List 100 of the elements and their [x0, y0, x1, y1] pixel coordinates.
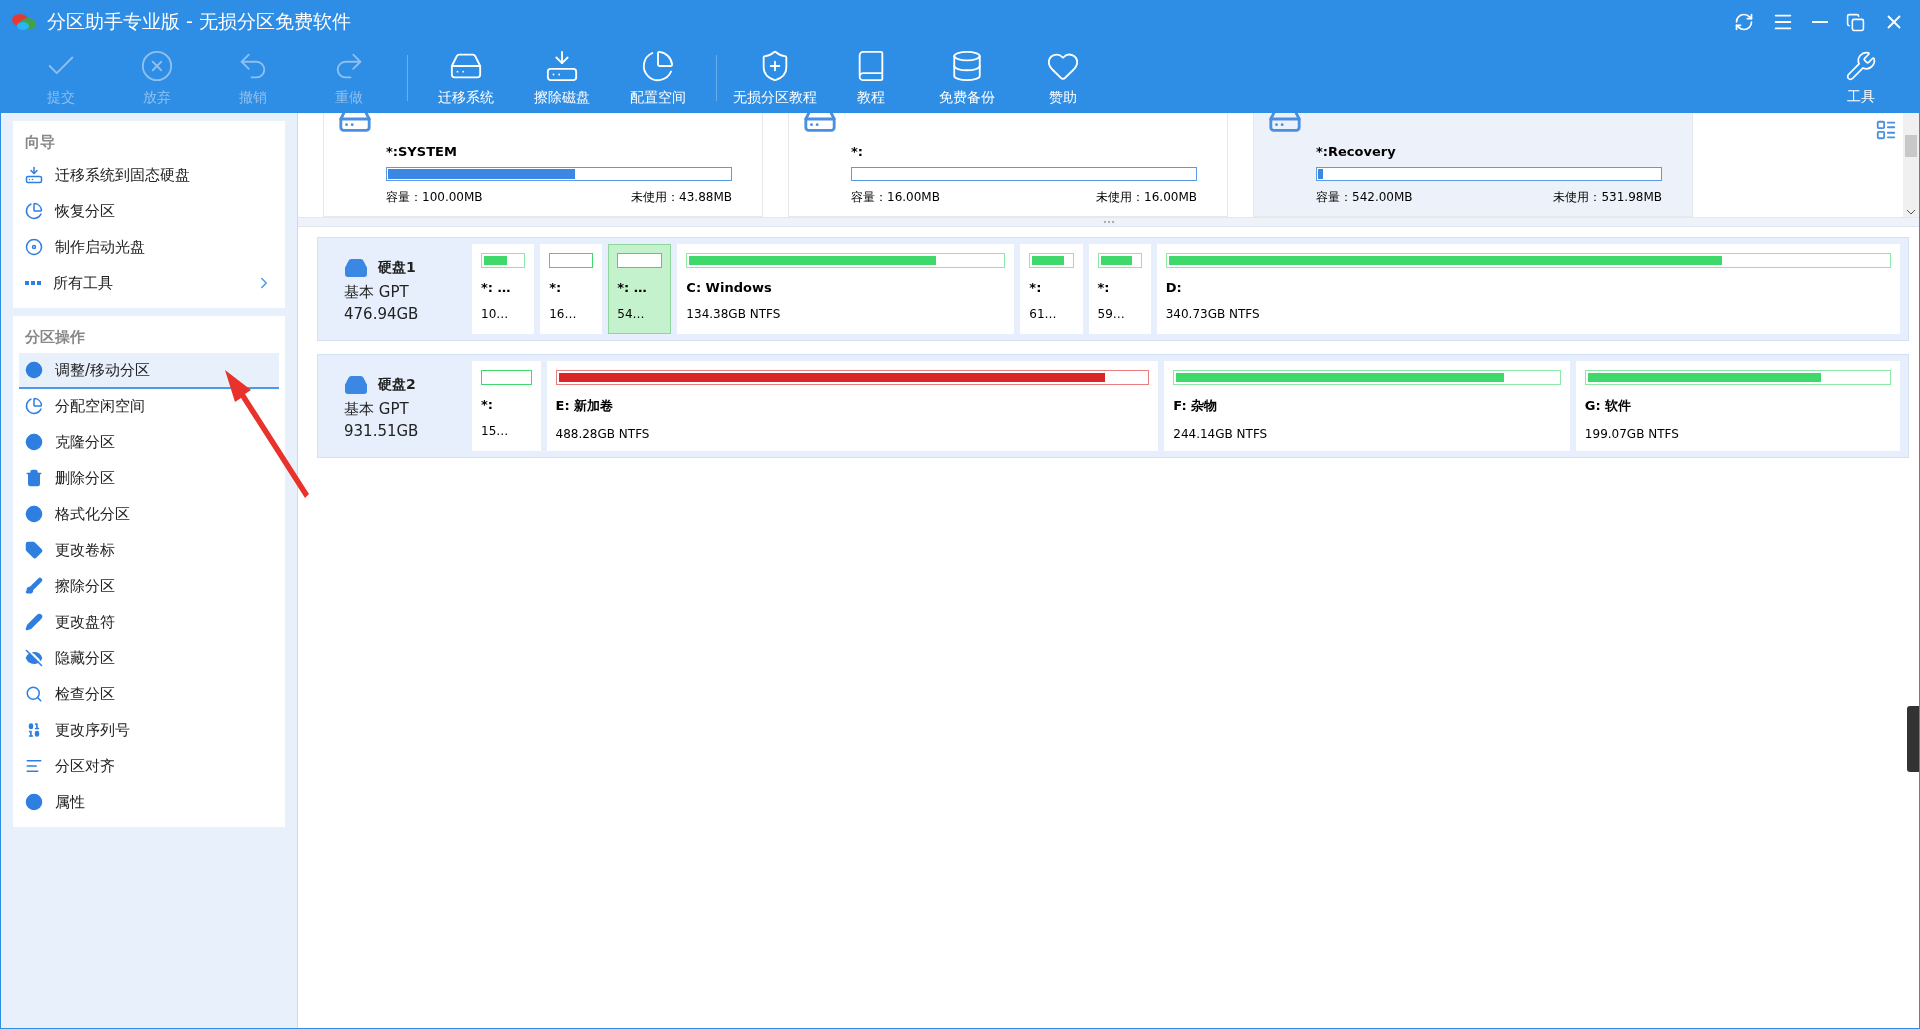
- align-icon: [25, 757, 43, 775]
- item-label: 更改序列号: [55, 720, 131, 740]
- drive-erase-icon: [545, 49, 579, 83]
- sidebar-item[interactable]: 删除分区: [19, 461, 279, 497]
- item-label: 隐藏分区: [55, 648, 116, 668]
- window-title: 分区助手专业版 - 无损分区免费软件: [47, 9, 352, 34]
- sidebar-item[interactable]: 分区对齐: [19, 749, 279, 785]
- search-icon: [25, 685, 43, 703]
- scroll-down-icon[interactable]: [1906, 209, 1916, 215]
- partition-name: *:Recovery: [1316, 144, 1397, 159]
- disk-size: 931.51GB: [344, 421, 420, 440]
- partition-card[interactable]: *:Recovery 容量：542.00MB 未使用：531.98MB: [1253, 113, 1693, 217]
- partition-label: E: 新加卷: [555, 397, 615, 415]
- eye-off-icon: [25, 649, 43, 667]
- item-label: 调整/移动分区: [55, 360, 152, 380]
- unused-text: 未使用：531.98MB: [1553, 189, 1662, 206]
- item-label: 格式化分区: [55, 504, 131, 524]
- partition-block[interactable]: *: 61…: [1020, 244, 1083, 334]
- partition-card[interactable]: *:SYSTEM 容量：100.00MB 未使用：43.88MB: [323, 113, 763, 217]
- sidebar-item[interactable]: 更改序列号: [19, 713, 279, 749]
- item-label: 分区对齐: [55, 756, 116, 776]
- pie-chart-icon: [25, 202, 43, 220]
- sidebar-item[interactable]: 格式化分区: [19, 497, 279, 533]
- more-icon: [25, 281, 41, 285]
- trash-icon: [25, 469, 43, 487]
- partition-block[interactable]: E: 新加卷 488.28GB NTFS: [546, 361, 1159, 451]
- partition-info: 134.38GB NTFS: [686, 307, 782, 321]
- disk-name: 硬盘1: [378, 258, 416, 277]
- side-handle[interactable]: [1907, 706, 1919, 772]
- capacity-text: 容量：542.00MB: [1316, 189, 1413, 206]
- sidebar-item[interactable]: 制作启动光盘: [19, 230, 279, 266]
- drive-icon: [25, 166, 43, 184]
- partition-info: 16…: [549, 307, 578, 321]
- item-label: 分配空闲空间: [55, 396, 146, 416]
- capacity-text: 容量：16.00MB: [851, 189, 940, 206]
- partition-label: C: Windows: [686, 280, 773, 295]
- disk-type: 基本 GPT: [344, 399, 410, 419]
- partition-label: F: 杂物: [1173, 397, 1219, 415]
- sidebar-item[interactable]: 检查分区: [19, 677, 279, 713]
- item-label: 所有工具: [53, 273, 114, 293]
- sidebar-item[interactable]: 所有工具: [19, 266, 279, 302]
- refresh-icon: [1734, 12, 1754, 32]
- disc-icon: [25, 238, 43, 256]
- sidebar-item[interactable]: 属性: [19, 785, 279, 821]
- partition-info: 61…: [1029, 307, 1058, 321]
- item-label: 属性: [55, 792, 86, 812]
- view-toggle-icon[interactable]: [1875, 119, 1897, 141]
- app-logo-icon: [11, 11, 37, 33]
- disk-type: 基本 GPT: [344, 282, 410, 302]
- partition-info: 488.28GB NTFS: [555, 427, 651, 441]
- partition-block[interactable]: C: Windows 134.38GB NTFS: [677, 244, 1015, 334]
- partition-block[interactable]: G: 软件 199.07GB NTFS: [1575, 361, 1900, 451]
- scrollbar[interactable]: [1903, 113, 1919, 217]
- item-label: 迁移系统到固态硬盘: [55, 165, 191, 185]
- brush-icon: [25, 577, 43, 595]
- partition-info: 15…: [481, 424, 510, 438]
- minimize-icon: [1812, 21, 1828, 23]
- partition-info: 59…: [1097, 307, 1126, 321]
- sidebar-item[interactable]: 更改盘符: [19, 605, 279, 641]
- partition-block[interactable]: *: 15…: [472, 361, 541, 451]
- partition-label: *: …: [481, 280, 512, 295]
- disk-size: 476.94GB: [344, 304, 420, 323]
- partition-label: *: …: [617, 280, 648, 295]
- partition-info: 199.07GB NTFS: [1584, 427, 1680, 441]
- sidebar-item[interactable]: 克隆分区: [19, 425, 279, 461]
- partition-block[interactable]: *: 59…: [1088, 244, 1151, 334]
- item-label: 更改盘符: [55, 612, 116, 632]
- restore-icon: [1846, 12, 1865, 32]
- partition-block[interactable]: F: 杂物 244.14GB NTFS: [1164, 361, 1570, 451]
- partition-block[interactable]: *: 16…: [540, 244, 603, 334]
- partition-info: 54…: [617, 307, 646, 321]
- disk-name: 硬盘2: [378, 375, 416, 394]
- unused-text: 未使用：16.00MB: [1096, 189, 1197, 206]
- sidebar-item[interactable]: 迁移系统到固态硬盘: [19, 158, 279, 194]
- partition-block[interactable]: *: … 54…: [608, 244, 672, 334]
- sidebar-item[interactable]: 恢复分区: [19, 194, 279, 230]
- partition-info: 10…: [481, 307, 510, 321]
- section-title: 向导: [24, 132, 56, 153]
- pencil-icon: [25, 613, 43, 631]
- scroll-thumb[interactable]: [1905, 135, 1917, 157]
- capacity-text: 容量：100.00MB: [386, 189, 483, 206]
- pie-chart-icon: [641, 49, 675, 83]
- sidebar-item[interactable]: 调整/移动分区: [19, 353, 279, 389]
- section-title: 分区操作: [24, 327, 86, 348]
- partition-card[interactable]: *: 容量：16.00MB 未使用：16.00MB: [788, 113, 1228, 217]
- sidebar-item[interactable]: 隐藏分区: [19, 641, 279, 677]
- item-label: 擦除分区: [55, 576, 116, 596]
- partition-block[interactable]: *: … 10…: [472, 244, 535, 334]
- close-circle-icon: [140, 49, 174, 83]
- sidebar-item[interactable]: 更改卷标: [19, 533, 279, 569]
- unused-text: 未使用：43.88MB: [631, 189, 732, 206]
- partition-block[interactable]: D: 340.73GB NTFS: [1156, 244, 1900, 334]
- item-label: 检查分区: [55, 684, 116, 704]
- sidebar-item[interactable]: 擦除分区: [19, 569, 279, 605]
- partition-label: *:: [481, 397, 494, 412]
- item-label: 制作启动光盘: [55, 237, 146, 257]
- sidebar-item[interactable]: 分配空闲空间: [19, 389, 279, 425]
- pie-chart-icon: [25, 397, 43, 415]
- partition-info: 340.73GB NTFS: [1165, 307, 1261, 321]
- partition-label: *:: [1097, 280, 1111, 295]
